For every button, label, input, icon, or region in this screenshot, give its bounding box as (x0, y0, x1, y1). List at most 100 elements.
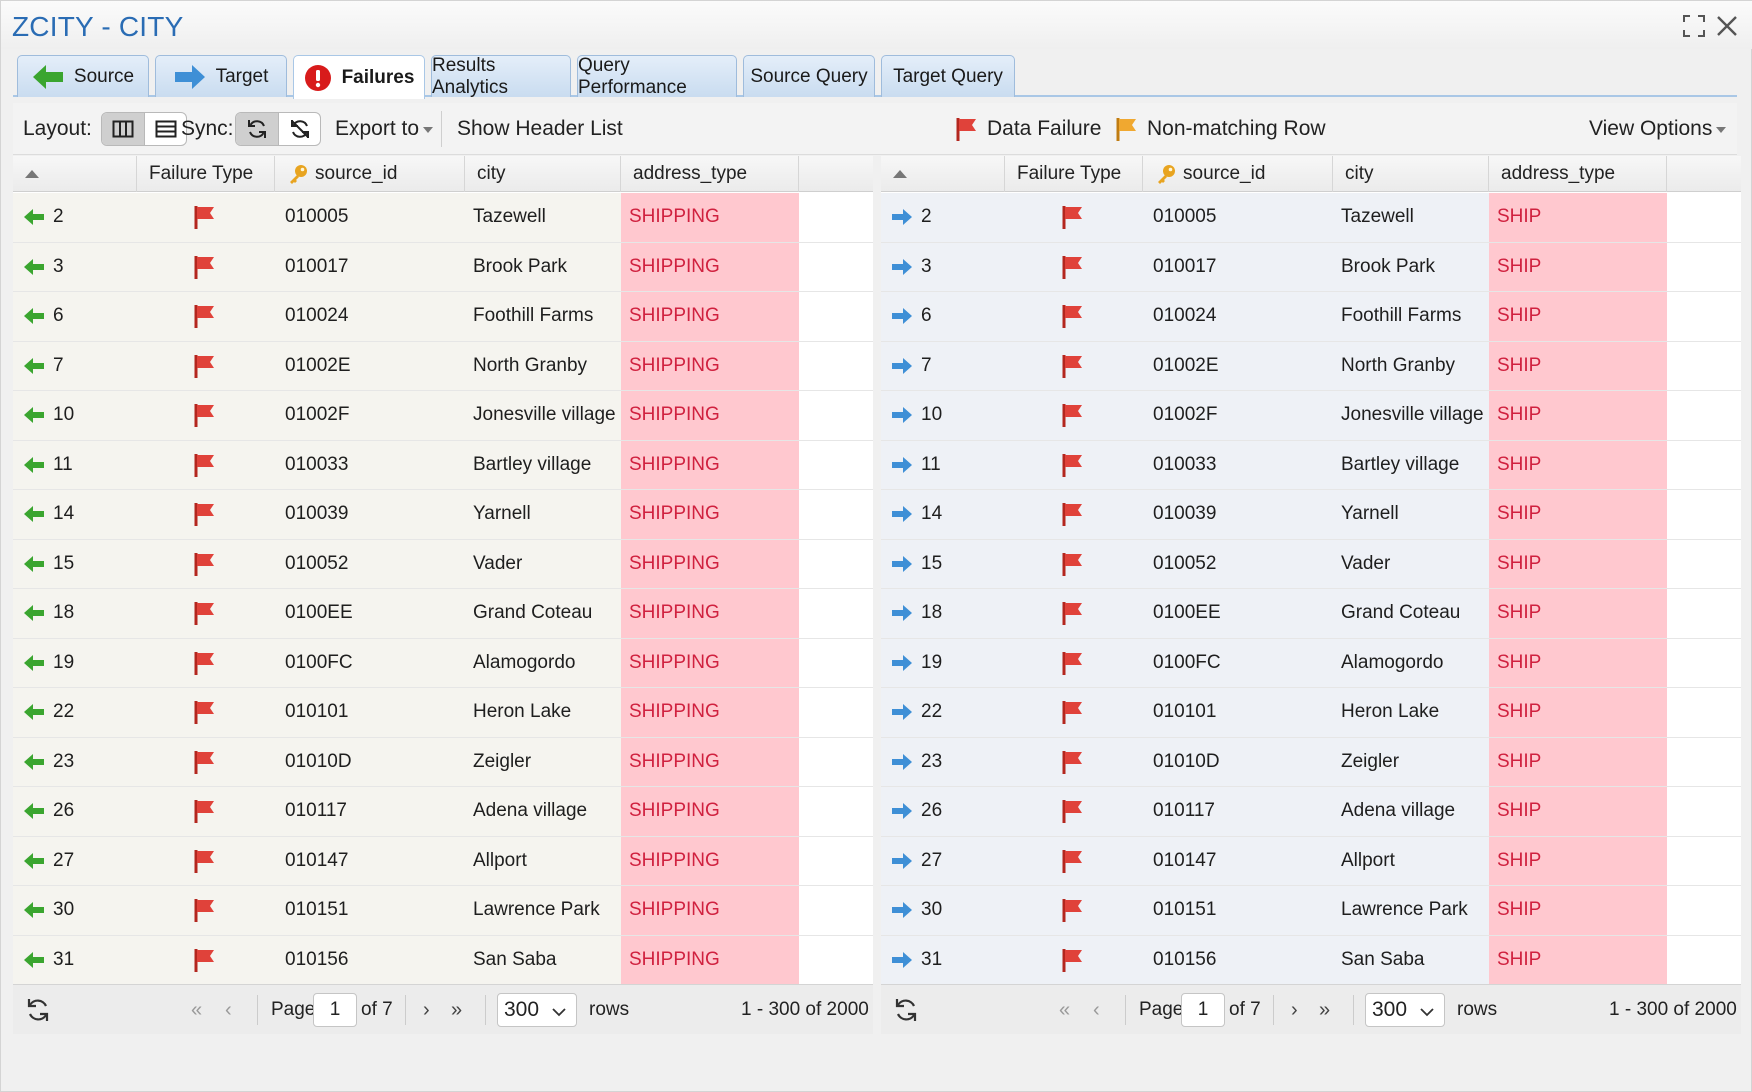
close-icon[interactable] (1714, 13, 1740, 39)
table-row[interactable]: 31 010156 San Saba SHIPPING (13, 935, 873, 985)
data-failure-flag-icon[interactable] (1003, 342, 1143, 391)
row-number-header[interactable] (13, 156, 137, 192)
table-row[interactable]: 6 010024 Foothill Farms SHIP (881, 292, 1741, 342)
data-failure-flag-icon[interactable] (135, 441, 275, 490)
data-failure-flag-icon[interactable] (1003, 490, 1143, 539)
data-failure-flag-icon[interactable] (135, 490, 275, 539)
sync-on-icon[interactable] (236, 113, 278, 145)
table-row[interactable]: 22 010101 Heron Lake SHIPPING (13, 688, 873, 738)
data-failure-flag-icon[interactable] (1003, 787, 1143, 836)
table-row[interactable]: 30 010151 Lawrence Park SHIPPING (13, 886, 873, 936)
sync-off-icon[interactable] (278, 113, 320, 145)
tab-failures[interactable]: Failures (293, 55, 425, 99)
data-failure-flag-icon[interactable] (135, 292, 275, 341)
data-failure-flag-icon[interactable] (1003, 936, 1143, 985)
source-id-header[interactable]: source_id (1143, 156, 1333, 192)
tab-results-analytics[interactable]: Results Analytics (431, 55, 571, 98)
table-row[interactable]: 11 010033 Bartley village SHIPPING (13, 440, 873, 490)
table-row[interactable]: 2 010005 Tazewell SHIPPING (13, 193, 873, 243)
data-failure-flag-icon[interactable] (135, 639, 275, 688)
columns-layout-icon[interactable] (102, 113, 144, 145)
data-failure-flag-icon[interactable] (135, 391, 275, 440)
data-failure-flag-icon[interactable] (1003, 639, 1143, 688)
table-row[interactable]: 2 010005 Tazewell SHIP (881, 193, 1741, 243)
failure-type-header[interactable]: Failure Type (1005, 156, 1143, 192)
table-row[interactable]: 14 010039 Yarnell SHIP (881, 490, 1741, 540)
tab-query-performance[interactable]: Query Performance (577, 55, 737, 98)
data-failure-flag-icon[interactable] (135, 193, 275, 242)
data-failure-flag-icon[interactable] (135, 688, 275, 737)
maximize-icon[interactable] (1681, 13, 1707, 39)
data-failure-flag-icon[interactable] (135, 540, 275, 589)
data-failure-flag-icon[interactable] (1003, 243, 1143, 292)
data-failure-flag-icon[interactable] (1003, 391, 1143, 440)
table-row[interactable]: 3 010017 Brook Park SHIPPING (13, 242, 873, 292)
export-dropdown[interactable]: Export to (335, 103, 434, 155)
data-failure-flag-icon[interactable] (135, 738, 275, 787)
table-row[interactable]: 31 010156 San Saba SHIP (881, 935, 1741, 985)
table-row[interactable]: 30 010151 Lawrence Park SHIP (881, 886, 1741, 936)
data-failure-flag-icon[interactable] (135, 342, 275, 391)
view-options-dropdown[interactable]: View Options (1589, 103, 1727, 155)
table-row[interactable]: 19 0100FC Alamogordo SHIPPING (13, 638, 873, 688)
first-page-icon[interactable]: « (1059, 985, 1070, 1034)
table-row[interactable]: 23 01010D Zeigler SHIPPING (13, 737, 873, 787)
data-failure-flag-icon[interactable] (135, 886, 275, 935)
data-failure-flag-icon[interactable] (1003, 886, 1143, 935)
table-row[interactable]: 27 010147 Allport SHIPPING (13, 836, 873, 886)
rows-per-page-select[interactable]: 300 (497, 993, 577, 1027)
table-row[interactable]: 7 01002E North Granby SHIP (881, 341, 1741, 391)
table-row[interactable]: 15 010052 Vader SHIP (881, 539, 1741, 589)
address-type-header[interactable]: address_type (621, 156, 799, 192)
table-row[interactable]: 10 01002F Jonesville village SHIP (881, 391, 1741, 441)
table-row[interactable]: 11 010033 Bartley village SHIP (881, 440, 1741, 490)
table-row[interactable]: 18 0100EE Grand Coteau SHIPPING (13, 589, 873, 639)
data-failure-flag-icon[interactable] (1003, 837, 1143, 886)
failure-type-header[interactable]: Failure Type (137, 156, 275, 192)
table-row[interactable]: 26 010117 Adena village SHIPPING (13, 787, 873, 837)
address-type-header[interactable]: address_type (1489, 156, 1667, 192)
rows-per-page-select[interactable]: 300 (1365, 993, 1445, 1027)
table-row[interactable]: 6 010024 Foothill Farms SHIPPING (13, 292, 873, 342)
prev-page-icon[interactable]: ‹ (225, 985, 232, 1034)
row-number-header[interactable] (881, 156, 1005, 192)
table-row[interactable]: 3 010017 Brook Park SHIP (881, 242, 1741, 292)
last-page-icon[interactable]: » (451, 985, 462, 1034)
table-row[interactable]: 7 01002E North Granby SHIPPING (13, 341, 873, 391)
data-failure-flag-icon[interactable] (1003, 193, 1143, 242)
table-row[interactable]: 26 010117 Adena village SHIP (881, 787, 1741, 837)
table-row[interactable]: 19 0100FC Alamogordo SHIP (881, 638, 1741, 688)
first-page-icon[interactable]: « (191, 985, 202, 1034)
data-failure-flag-icon[interactable] (1003, 540, 1143, 589)
table-row[interactable]: 15 010052 Vader SHIPPING (13, 539, 873, 589)
show-header-list-button[interactable]: Show Header List (457, 103, 623, 155)
data-failure-flag-icon[interactable] (135, 837, 275, 886)
data-failure-flag-icon[interactable] (1003, 589, 1143, 638)
data-failure-flag-icon[interactable] (1003, 688, 1143, 737)
prev-page-icon[interactable]: ‹ (1093, 985, 1100, 1034)
tab-source[interactable]: Source (17, 55, 149, 97)
page-number-input[interactable] (1181, 993, 1225, 1027)
source-id-header[interactable]: source_id (275, 156, 465, 192)
city-header[interactable]: city (1333, 156, 1489, 192)
table-row[interactable]: 14 010039 Yarnell SHIPPING (13, 490, 873, 540)
data-failure-flag-icon[interactable] (1003, 738, 1143, 787)
data-failure-flag-icon[interactable] (135, 936, 275, 985)
tab-source-query[interactable]: Source Query (743, 55, 875, 97)
rows-layout-icon[interactable] (144, 113, 186, 145)
tab-target-query[interactable]: Target Query (881, 55, 1015, 97)
table-row[interactable]: 23 01010D Zeigler SHIP (881, 737, 1741, 787)
last-page-icon[interactable]: » (1319, 985, 1330, 1034)
refresh-icon[interactable] (893, 985, 919, 1034)
table-row[interactable]: 10 01002F Jonesville village SHIPPING (13, 391, 873, 441)
data-failure-flag-icon[interactable] (135, 787, 275, 836)
next-page-icon[interactable]: › (1291, 985, 1298, 1034)
data-failure-flag-icon[interactable] (135, 589, 275, 638)
data-failure-flag-icon[interactable] (1003, 441, 1143, 490)
data-failure-flag-icon[interactable] (135, 243, 275, 292)
tab-target[interactable]: Target (155, 55, 287, 97)
table-row[interactable]: 27 010147 Allport SHIP (881, 836, 1741, 886)
refresh-icon[interactable] (25, 985, 51, 1034)
table-row[interactable]: 22 010101 Heron Lake SHIP (881, 688, 1741, 738)
data-failure-flag-icon[interactable] (1003, 292, 1143, 341)
